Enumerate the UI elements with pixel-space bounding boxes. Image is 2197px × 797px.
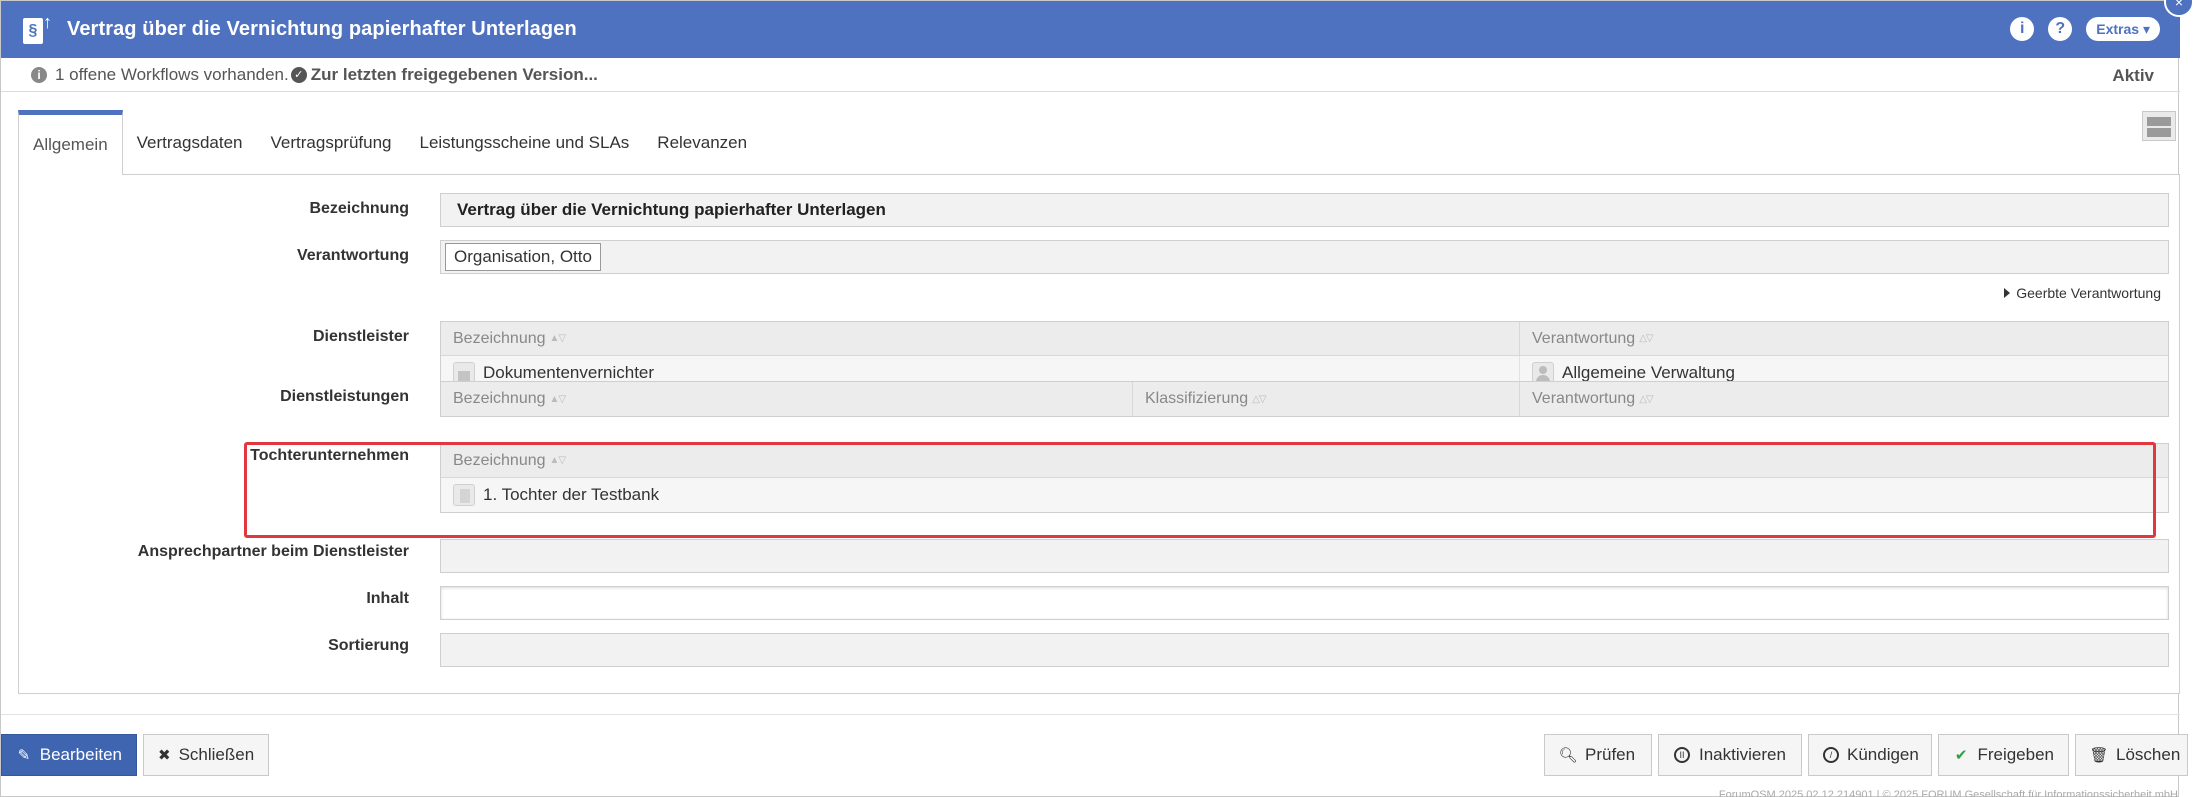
close-x-icon: ✖ [158, 747, 171, 764]
status-bar: i 1 offene Workflows vorhanden. ✓ Zur le… [1, 58, 2180, 92]
last-version-link[interactable]: Zur letzten freigegebenen Version... [311, 65, 598, 85]
check-button[interactable]: 🔍︎ Prüfen [1544, 734, 1652, 776]
workflows-text: 1 offene Workflows vorhanden. [55, 64, 289, 84]
edit-icon: ✎ [17, 747, 31, 764]
contract-dialog: § ↑ Vertrag über die Vernichtung papierh… [0, 0, 2194, 797]
help-icon[interactable]: ? [2048, 17, 2073, 41]
verantwortung-field: Organisation, Otto [440, 240, 2169, 274]
column-header-verantwortung[interactable]: Verantwortung △▽ [1520, 382, 2168, 416]
ansprechpartner-field [440, 539, 2169, 573]
sort-icon: ▲▽ [549, 393, 567, 405]
table-header: Bezeichnung ▲▽ Klassifizierung △▽ Verantwo… [441, 382, 2168, 416]
extras-menu-button[interactable]: Extras ▾ [2086, 17, 2160, 41]
version-footnote: ForumOSM 2025.02.12.214901 | © 2025 FORU… [1718, 789, 2178, 797]
info-circle-icon: i [31, 66, 47, 83]
release-button[interactable]: ✔ Freigeben [1938, 734, 2069, 776]
checkmark-icon: ✔ [1954, 747, 1968, 764]
deactivate-button[interactable]: II Inaktivieren [1658, 734, 1802, 776]
inhalt-input[interactable] [440, 586, 2169, 620]
column-header-bezeichnung[interactable]: Bezeichnung ▲▽ [441, 382, 1133, 416]
verantwortung-label: Verantwortung [296, 247, 409, 264]
bezeichnung-label: Bezeichnung [309, 200, 409, 217]
dienstleistungen-label: Dienstleistungen [280, 388, 409, 405]
delete-button[interactable]: 🗑︎ Löschen [2075, 734, 2188, 776]
search-icon: 🔍︎ [1558, 747, 1578, 764]
sort-icon: △▽ [1639, 333, 1653, 344]
info-icon[interactable]: i [2010, 17, 2035, 41]
contract-document-icon: § ↑ [21, 13, 55, 47]
tab-allgemein[interactable]: Allgemein [18, 110, 123, 175]
tab-vertragspruefung[interactable]: Vertragsprüfung [257, 111, 406, 175]
bezeichnung-value: Vertrag über die Vernichtung papierhafte… [457, 200, 886, 219]
tab-vertragsdaten[interactable]: Vertragsdaten [123, 111, 257, 175]
column-header-bezeichnung[interactable]: Bezeichnung ▲▽ [441, 322, 1520, 355]
dienstleister-label: Dienstleister [312, 328, 409, 345]
cancel-contract-button[interactable]: / Kündigen [1808, 734, 1932, 776]
dialog-title: Vertrag über die Vernichtung papierhafte… [67, 18, 577, 40]
close-button[interactable]: ✖ Schließen [143, 734, 269, 776]
sort-icon: △▽ [1639, 393, 1653, 405]
responsible-chip[interactable]: Organisation, Otto [445, 243, 601, 271]
pause-circle-icon: II [1674, 747, 1690, 763]
title-bar: § ↑ Vertrag über die Vernichtung papierh… [1, 0, 2194, 58]
sort-icon: △▽ [1252, 393, 1266, 405]
ansprechpartner-label: Ansprechpartner beim Dienstleister [137, 543, 409, 560]
inherited-responsibility-link[interactable]: Geerbte Verantwortung [2004, 285, 2161, 301]
extras-label: Extras [2096, 21, 2140, 37]
sortierung-field [440, 633, 2169, 667]
general-panel: Bezeichnung Vertrag über die Vernichtung… [18, 174, 2180, 694]
sortierung-label: Sortierung [328, 637, 409, 654]
tab-leistungsscheine[interactable]: Leistungsscheine und SLAs [405, 111, 643, 175]
footer-divider [1, 714, 2180, 715]
highlight-frame [244, 442, 2156, 538]
edit-button[interactable]: ✎ Bearbeiten [1, 734, 137, 776]
table-header: Bezeichnung ▲▽ Verantwortung △▽ [441, 322, 2168, 356]
inhalt-label: Inhalt [366, 590, 409, 607]
column-header-verantwortung[interactable]: Verantwortung △▽ [1520, 322, 2168, 355]
dienstleistungen-table: Bezeichnung ▲▽ Klassifizierung △▽ Verantwo… [440, 381, 2169, 417]
check-circle-icon: ✓ [290, 66, 307, 83]
layout-toggle-icon[interactable] [2142, 111, 2176, 141]
caret-down-icon: ▾ [2142, 21, 2150, 37]
trash-icon: 🗑︎ [2089, 747, 2109, 764]
ban-icon: / [1823, 747, 1839, 763]
bezeichnung-field: Vertrag über die Vernichtung papierhafte… [440, 193, 2169, 227]
sort-icon: ▲▽ [549, 333, 567, 344]
status-badge: Aktiv [2112, 66, 2154, 85]
triangle-right-icon [2004, 288, 2011, 298]
inherited-responsibility-label: Geerbte Verantwortung [2016, 285, 2161, 301]
column-header-klassifizierung[interactable]: Klassifizierung △▽ [1133, 382, 1520, 416]
tab-relevanzen[interactable]: Relevanzen [643, 111, 761, 175]
tab-bar: Allgemein Vertragsdaten Vertragsprüfung … [18, 110, 761, 175]
close-icon[interactable]: × [2164, 0, 2194, 17]
